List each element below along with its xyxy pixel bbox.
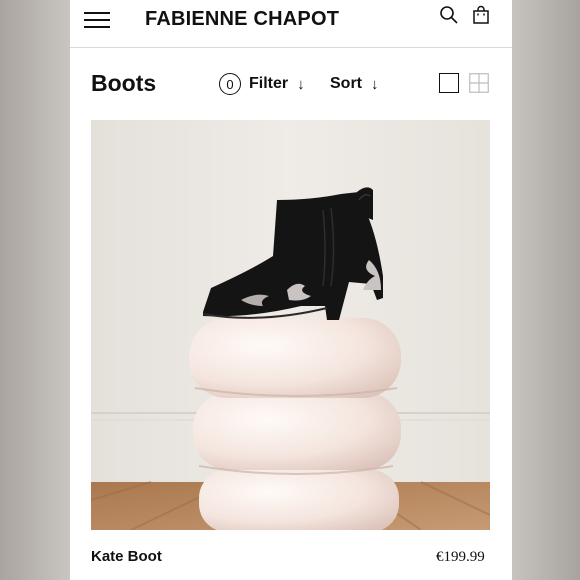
filter-arrow-icon: ↓ [297, 75, 305, 93]
product-price: €199.99 [436, 549, 485, 565]
page-title: Boots [91, 70, 157, 96]
product-name-link[interactable]: Kate Boot [91, 548, 162, 565]
header-divider [70, 47, 512, 48]
hamburger-menu-icon[interactable] [84, 11, 110, 29]
sort-label: Sort [330, 75, 362, 92]
filter-button[interactable]: 0 Filter ↓ [219, 72, 305, 96]
filter-label: Filter [249, 75, 289, 92]
brand-logo[interactable]: FABIENNE CHAPOT [145, 8, 339, 31]
search-icon[interactable] [439, 5, 459, 25]
sort-button[interactable]: Sort ↓ [330, 72, 379, 96]
photo-backdrop-left [0, 0, 70, 580]
single-column-view-icon[interactable] [439, 73, 459, 93]
sort-arrow-icon: ↓ [371, 75, 379, 93]
shopping-bag-icon[interactable] [471, 5, 491, 25]
filter-count-badge: 0 [219, 73, 241, 95]
top-navigation-bar: FABIENNE CHAPOT [70, 0, 512, 46]
photo-backdrop-right [512, 0, 580, 580]
grid-view-icon[interactable] [469, 73, 489, 93]
phone-screen: FABIENNE CHAPOT Boots 0 Filter ↓ Sort ↓ [70, 0, 512, 580]
product-image[interactable] [91, 120, 490, 530]
